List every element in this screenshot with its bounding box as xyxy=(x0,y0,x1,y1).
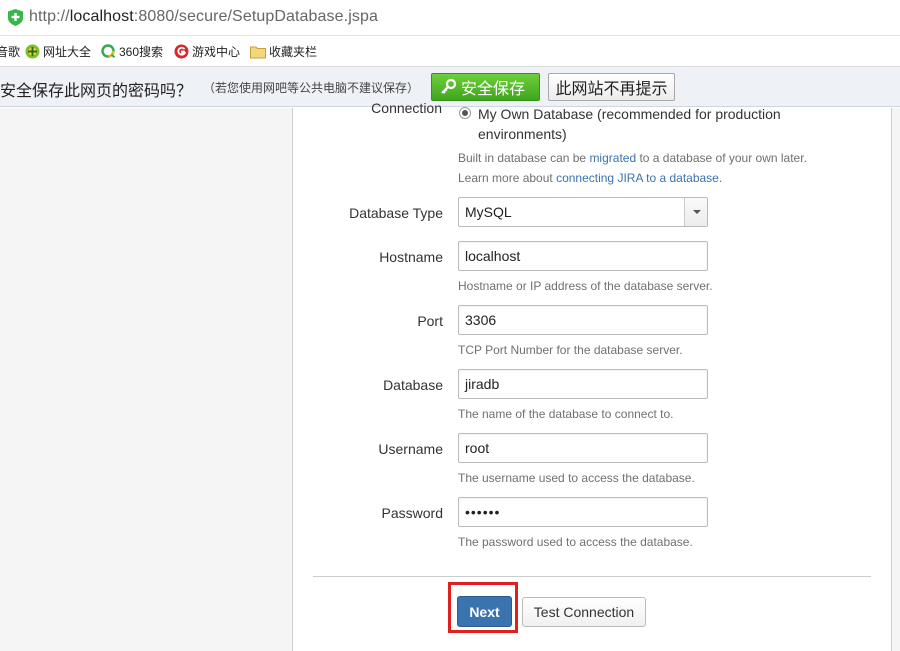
connection-label: Connection xyxy=(371,100,442,116)
save-password-question: 安全保存此网页的密码吗？ xyxy=(0,83,193,100)
learn-more-help: Learn more about connecting JIRA to a da… xyxy=(458,171,722,185)
url-host: localhost xyxy=(69,8,134,25)
database-type-value: MySQL xyxy=(465,204,512,220)
database-label: Database xyxy=(383,377,443,393)
bookmark-label: 360搜索 xyxy=(119,45,164,59)
bookmark-item[interactable]: 音歌 xyxy=(0,43,20,60)
test-connection-label: Test Connection xyxy=(533,604,635,620)
database-input[interactable]: jiradb xyxy=(458,369,708,399)
builtin-help-text-end: to a database of your own later. xyxy=(636,151,807,165)
chevron-down-icon[interactable] xyxy=(684,198,707,226)
own-database-radio[interactable] xyxy=(459,107,471,119)
form-divider xyxy=(313,576,871,577)
safe-save-label: 安全保存 xyxy=(461,81,526,98)
safe-save-button[interactable]: 安全保存 xyxy=(431,73,540,101)
port-help: TCP Port Number for the database server. xyxy=(458,343,683,357)
port-input[interactable]: 3306 xyxy=(458,305,708,335)
url-prefix: http:// xyxy=(29,8,70,25)
folder-icon xyxy=(250,46,266,58)
bookmark-label: 网址大全 xyxy=(43,45,92,59)
key-icon xyxy=(441,79,456,94)
database-help: The name of the database to connect to. xyxy=(458,407,674,421)
bookmark-item-directory[interactable]: 网址大全 xyxy=(25,43,91,60)
test-connection-button[interactable]: Test Connection xyxy=(522,597,646,627)
url-path: :8080/secure/SetupDatabase.jspa xyxy=(133,8,378,25)
next-button-label: Next xyxy=(469,603,500,620)
hostname-input[interactable]: localhost xyxy=(458,241,708,271)
bookmark-label: 收藏夹栏 xyxy=(269,45,318,59)
bookmark-label: 游戏中心 xyxy=(192,45,241,59)
bookmark-item-360-search[interactable]: 360搜索 xyxy=(101,43,163,60)
database-type-label: Database Type xyxy=(349,205,443,221)
next-button[interactable]: Next xyxy=(457,596,512,627)
database-type-select[interactable]: MySQL xyxy=(458,197,708,227)
builtin-database-help: Built in database can be migrated to a d… xyxy=(458,151,807,165)
username-label: Username xyxy=(378,441,443,457)
builtin-help-text: Built in database can be xyxy=(458,151,590,165)
save-password-hint: （若您使用网吧等公共电脑不建议保存） xyxy=(203,81,420,95)
directory-icon xyxy=(25,44,40,59)
never-remind-label: 此网站不再提示 xyxy=(555,81,668,98)
connecting-jira-link[interactable]: connecting JIRA to a database xyxy=(556,171,719,185)
password-label: Password xyxy=(381,505,443,521)
never-remind-button[interactable]: 此网站不再提示 xyxy=(548,73,675,101)
security-shield-icon xyxy=(8,9,23,26)
password-input[interactable]: •••••• xyxy=(458,497,708,527)
game-center-icon xyxy=(174,44,189,59)
port-label: Port xyxy=(417,313,443,329)
bookmark-item-favorites[interactable]: 收藏夹栏 xyxy=(250,43,317,60)
learn-more-text-end: . xyxy=(718,171,723,185)
search-360-icon xyxy=(101,44,116,59)
migrated-link[interactable]: migrated xyxy=(589,151,636,165)
bookmark-label: 音歌 xyxy=(0,45,21,59)
address-bar[interactable]: http://localhost:8080/secure/SetupDataba… xyxy=(0,0,900,36)
username-input[interactable]: root xyxy=(458,433,708,463)
hostname-help: Hostname or IP address of the database s… xyxy=(458,279,713,293)
own-database-option-label[interactable]: My Own Database (recommended for product… xyxy=(478,104,858,144)
hostname-label: Hostname xyxy=(379,249,443,265)
url-text[interactable]: http://localhost:8080/secure/SetupDataba… xyxy=(29,8,378,26)
bookmark-item-game-center[interactable]: 游戏中心 xyxy=(174,43,240,60)
learn-more-text: Learn more about xyxy=(458,171,557,185)
password-help: The password used to access the database… xyxy=(458,535,693,549)
bookmarks-bar: 音歌 网址大全 360搜索 游戏中心 收藏夹栏 xyxy=(0,36,900,67)
username-help: The username used to access the database… xyxy=(458,471,695,485)
